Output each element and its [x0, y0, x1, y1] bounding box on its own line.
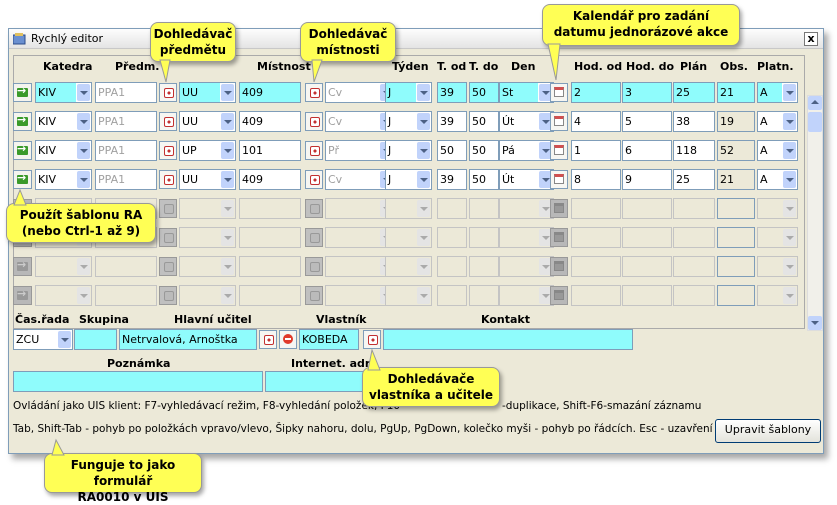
callout-pointers	[13, 43, 561, 456]
